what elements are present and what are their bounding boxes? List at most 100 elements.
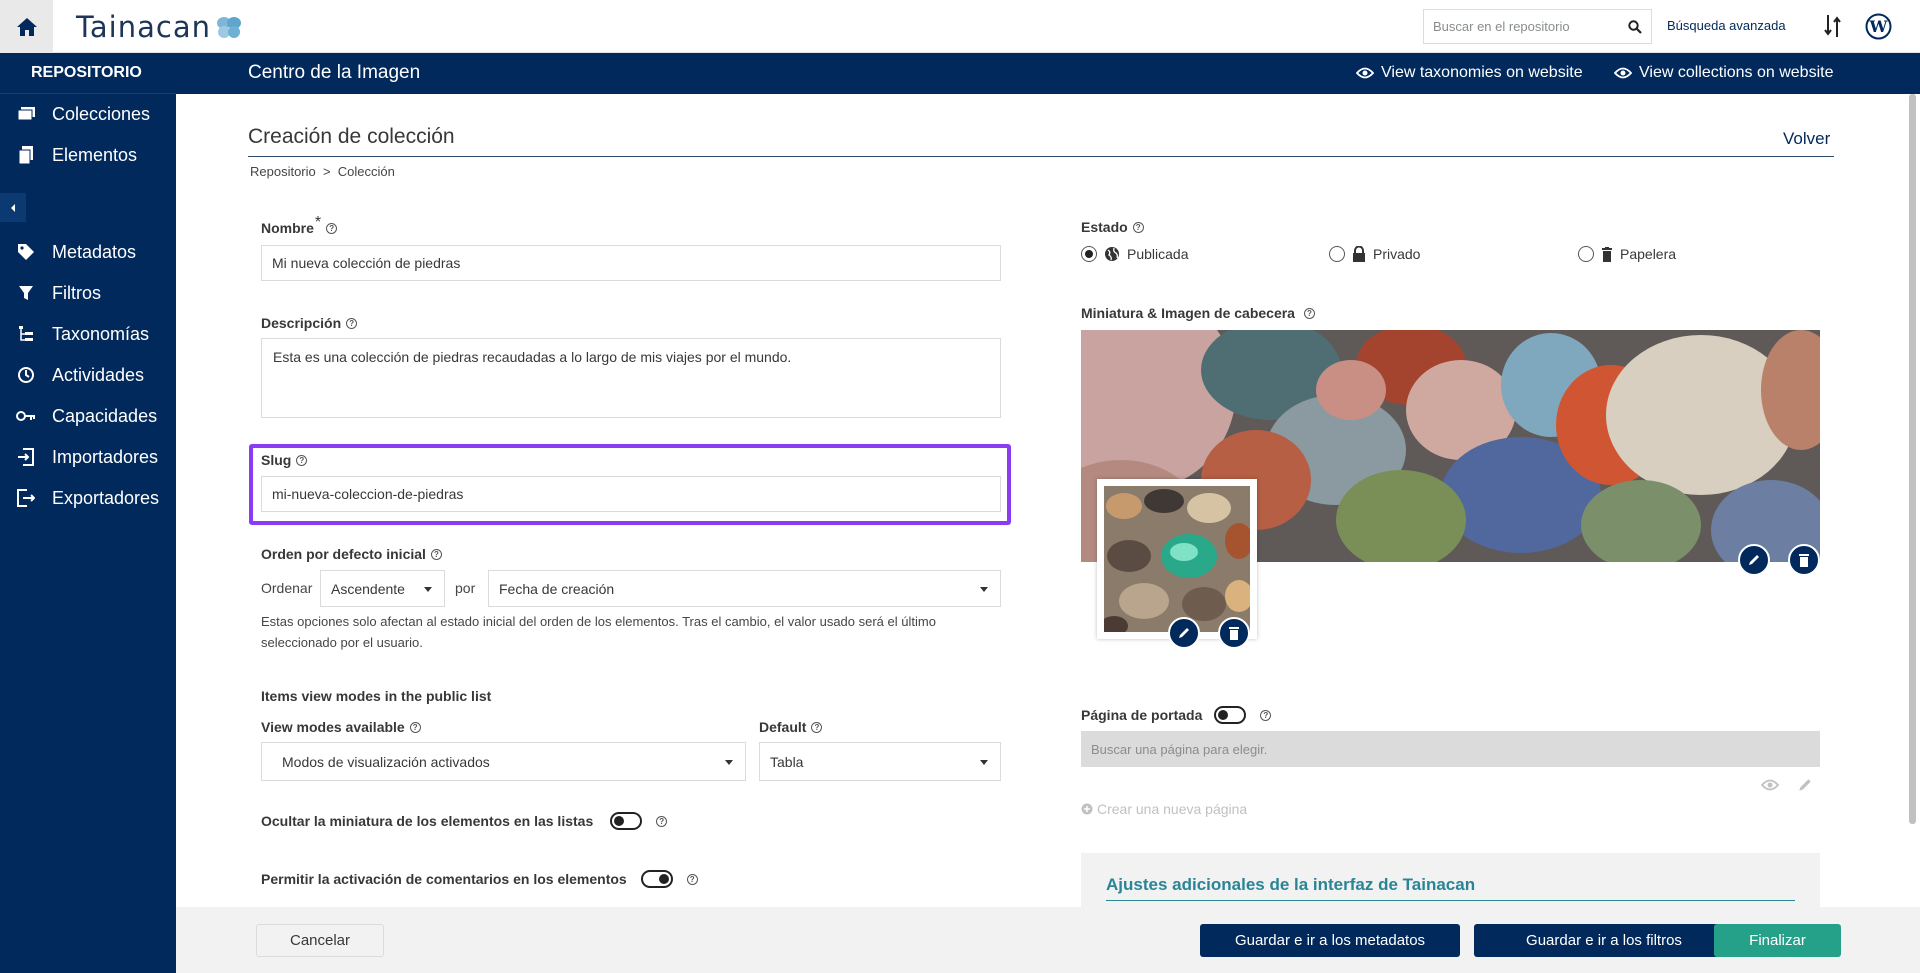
order-direction-select[interactable]: Ascendente (320, 570, 445, 607)
back-link[interactable]: Volver (1783, 129, 1830, 149)
sidebar-item-filters[interactable]: Filtros (0, 276, 176, 310)
status-label: Estado ? (1081, 219, 1144, 235)
comments-toggle[interactable] (640, 870, 673, 888)
order-label: Orden por defecto inicial ? (261, 546, 442, 562)
help-icon[interactable]: ? (430, 548, 442, 560)
search-input[interactable]: Buscar en el repositorio (1423, 9, 1652, 44)
trash-icon (1229, 627, 1239, 640)
edit-thumbnail-button[interactable] (1168, 617, 1200, 649)
advanced-search-link[interactable]: Búsqueda avanzada (1667, 18, 1786, 33)
page-title: Creación de colección (248, 125, 455, 148)
status-option-published[interactable]: Publicada (1081, 246, 1189, 262)
tainacan-logo[interactable]: Tainacan (76, 10, 243, 44)
order-prefix: Ordenar (261, 580, 313, 596)
view-modes-label: View modes available ? (261, 719, 421, 735)
search-icon[interactable] (1628, 19, 1642, 34)
view-modes-select[interactable]: Modos de visualización activados (261, 742, 746, 781)
slug-input[interactable]: mi-nueva-coleccion-de-piedras (261, 476, 1001, 512)
default-view-select[interactable]: Tabla (759, 742, 1001, 781)
header-title: Centro de la Imagen (248, 62, 421, 83)
sidebar-item-taxonomies[interactable]: Taxonomías (0, 317, 176, 351)
view-taxonomies-link[interactable]: View taxonomies on website (1356, 64, 1583, 82)
pencil-icon (1749, 555, 1759, 565)
default-label: Default ? (759, 719, 823, 735)
sidebar-item-items[interactable]: Elementos (0, 138, 176, 172)
help-icon[interactable]: ? (656, 815, 668, 827)
additional-settings-panel: Ajustes adicionales de la interfaz de Ta… (1081, 853, 1820, 907)
trash-icon (1602, 246, 1612, 262)
cover-page-search-input[interactable]: Buscar una página para elegir. (1081, 731, 1820, 767)
create-page-link[interactable]: Crear una nueva página (1081, 801, 1247, 817)
home-button[interactable] (0, 0, 53, 53)
additional-settings-divider (1106, 900, 1795, 901)
sidebar-item-importers[interactable]: Importadores (0, 440, 176, 474)
chevron-down-icon (725, 759, 733, 765)
help-icon[interactable]: ? (1303, 307, 1315, 319)
sidebar-item-activities[interactable]: Actividades (0, 358, 176, 392)
top-bar: Tainacan Buscar en el repositorio Búsque… (0, 0, 1920, 53)
items-icon (0, 145, 52, 165)
import-icon (0, 448, 52, 466)
delete-thumbnail-button[interactable] (1218, 617, 1250, 649)
eye-icon[interactable] (1761, 779, 1779, 791)
scrollbar-thumb[interactable] (1909, 94, 1916, 824)
view-modes-section: Items view modes in the public list (261, 688, 492, 704)
sidebar-item-exporters[interactable]: Exportadores (0, 481, 176, 515)
title-divider (248, 156, 1834, 157)
collection-header: Centro de la Imagen View taxonomies on w… (176, 53, 1920, 94)
sidebar-title[interactable]: REPOSITORIO (0, 53, 176, 94)
finish-button[interactable]: Finalizar (1714, 924, 1841, 957)
help-icon[interactable]: ? (686, 873, 698, 885)
collapse-menu-button[interactable] (0, 193, 26, 222)
sidebar: REPOSITORIO Colecciones Elementos Metada… (0, 53, 176, 973)
processes-icon[interactable] (1824, 13, 1842, 44)
hide-thumbnail-toggle[interactable] (610, 812, 643, 830)
pencil-icon (1179, 628, 1189, 638)
eye-icon (1356, 67, 1374, 79)
help-icon[interactable]: ? (296, 454, 308, 466)
pencil-icon[interactable] (1797, 777, 1813, 793)
comments-setting: Permitir la activación de comentarios en… (261, 870, 698, 888)
radio-selected[interactable] (1081, 246, 1097, 262)
description-label: Descripción ? (261, 315, 358, 331)
cover-page-toggle[interactable] (1214, 706, 1247, 724)
help-icon[interactable]: ? (811, 721, 823, 733)
form-footer: Cancelar Guardar e ir a los metadatos Gu… (176, 907, 1920, 973)
breadcrumb[interactable]: Repositorio > Colección (250, 164, 395, 179)
save-go-metadata-button[interactable]: Guardar e ir a los metadatos (1200, 924, 1460, 957)
cancel-button[interactable]: Cancelar (256, 924, 384, 957)
status-option-private[interactable]: Privado (1329, 246, 1420, 262)
sidebar-item-capabilities[interactable]: Capacidades (0, 399, 176, 433)
delete-header-button[interactable] (1788, 544, 1820, 576)
lock-icon (1353, 246, 1365, 262)
help-icon[interactable]: ? (1260, 709, 1272, 721)
logo-mark-icon (217, 17, 241, 38)
sidebar-item-metadata[interactable]: Metadatos (0, 235, 176, 269)
view-collections-link[interactable]: View collections on website (1614, 64, 1833, 82)
sidebar-item-collections[interactable]: Colecciones (0, 97, 176, 131)
media-label: Miniatura & Imagen de cabecera ? (1081, 305, 1315, 321)
trash-icon (1799, 554, 1809, 567)
additional-settings-title[interactable]: Ajustes adicionales de la interfaz de Ta… (1106, 875, 1475, 895)
radio-unselected[interactable] (1578, 246, 1594, 262)
help-icon[interactable]: ? (1132, 221, 1144, 233)
edit-header-button[interactable] (1738, 544, 1770, 576)
help-icon[interactable]: ? (409, 721, 421, 733)
cover-page-label: Página de portada ? (1081, 706, 1272, 724)
save-go-filters-button[interactable]: Guardar e ir a los filtros (1474, 924, 1734, 957)
order-field-select[interactable]: Fecha de creación (488, 570, 1001, 607)
radio-unselected[interactable] (1329, 246, 1345, 262)
filter-icon (0, 285, 52, 301)
wordpress-icon[interactable]: W (1865, 13, 1892, 45)
scrollbar[interactable] (1905, 94, 1920, 907)
help-icon[interactable]: ? (346, 317, 358, 329)
help-icon[interactable]: ? (326, 222, 338, 234)
tag-icon (0, 243, 52, 261)
status-option-trash[interactable]: Papelera (1578, 246, 1676, 262)
chevron-left-icon (11, 203, 15, 212)
hide-thumbnail-setting: Ocultar la miniatura de los elementos en… (261, 812, 668, 830)
name-label: Nombre * ? (261, 214, 338, 237)
name-input[interactable]: Mi nueva colección de piedras (261, 245, 1001, 281)
thumbnail-image[interactable] (1097, 479, 1257, 639)
description-textarea[interactable]: Esta es una colección de piedras recauda… (261, 338, 1001, 418)
